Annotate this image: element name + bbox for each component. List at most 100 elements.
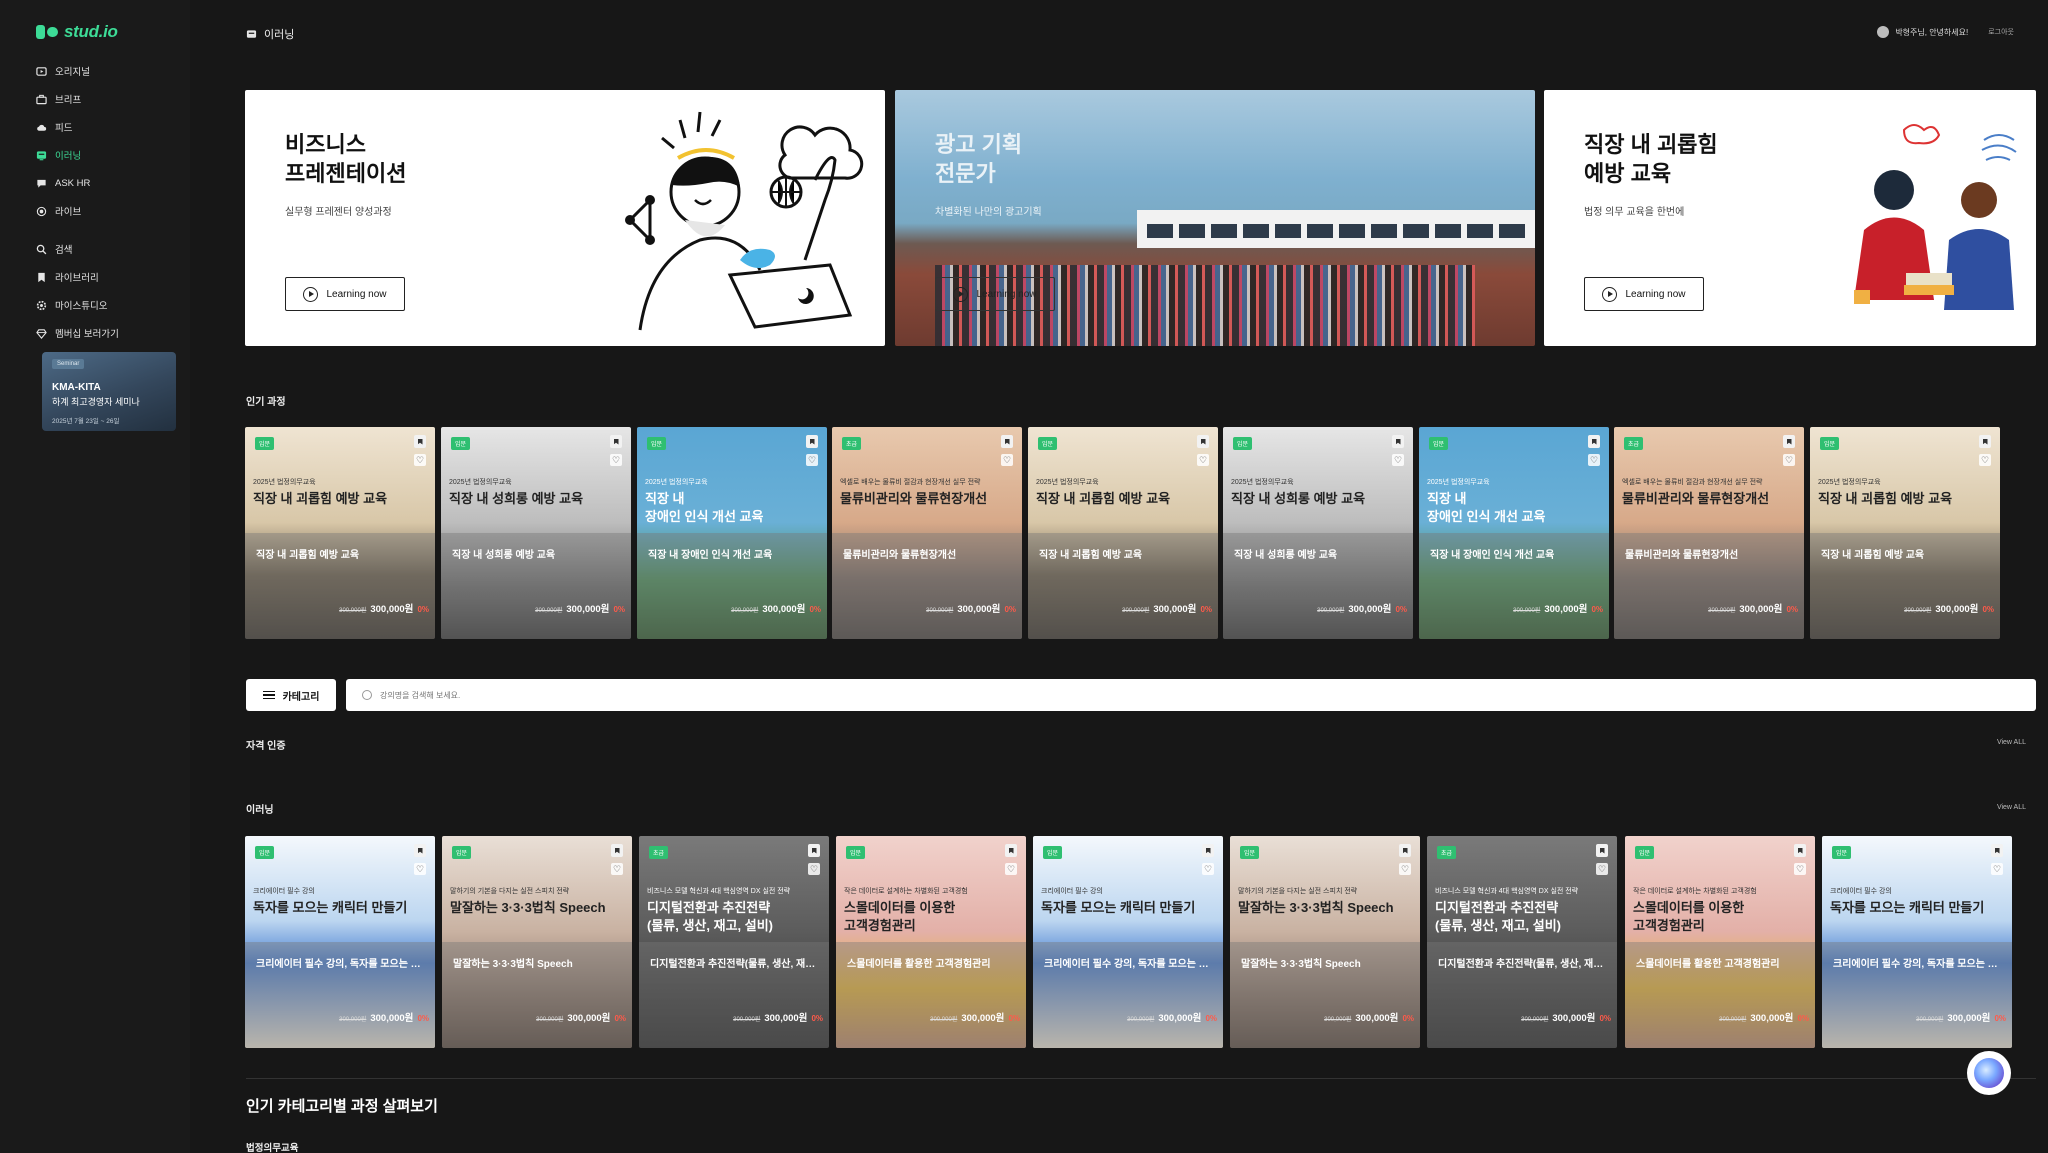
bookmark-icon[interactable] xyxy=(1005,844,1017,857)
sale-price: 300,000원 xyxy=(566,604,610,615)
course-card[interactable]: 입문 ♡ 2025년 법정의무교육 직장 내 장애인 인식 개선 교육 직장 내 장애인… xyxy=(637,427,827,639)
heart-icon[interactable]: ♡ xyxy=(1588,454,1600,466)
bookmark-icon[interactable] xyxy=(1392,435,1404,448)
view-all-elearning-link[interactable]: View ALL xyxy=(1997,804,2026,811)
user-greeting: 박형주님, 안녕하세요! xyxy=(1895,27,1969,37)
bookmark-icon[interactable] xyxy=(1197,435,1209,448)
course-card[interactable]: 초급 ♡ 비즈니스 모델 혁신과 4대 핵심영역 DX 실전 전략 디지털전환과 추진… xyxy=(1427,836,1617,1048)
bookmark-icon[interactable] xyxy=(1596,844,1608,857)
heart-icon[interactable]: ♡ xyxy=(1392,454,1404,466)
sidebar-item-library[interactable]: 라이브러리 xyxy=(36,263,186,291)
logout-link[interactable]: 로그아웃 xyxy=(1988,27,2014,37)
course-card[interactable]: 입문 ♡ 2025년 법정의무교육 직장 내 괴롭힘 예방 교육 직장 내 괴롭힘 예방… xyxy=(1028,427,1218,639)
heart-icon[interactable]: ♡ xyxy=(1399,863,1411,875)
bookmark-icon[interactable] xyxy=(1979,435,1991,448)
sidebar-item-elearning[interactable]: 이러닝 xyxy=(36,141,186,169)
search-icon xyxy=(362,690,372,700)
bookmark-icon[interactable] xyxy=(1991,844,2003,857)
price-group: 300,000원 300,000원 0% xyxy=(1317,601,1407,615)
course-card[interactable]: 입문 ♡ 크리에이터 필수 강의 독자를 모으는 캐릭터 만들기 크리에이터 필수 강의… xyxy=(1033,836,1223,1048)
heart-icon[interactable]: ♡ xyxy=(1202,863,1214,875)
bookmark-icon[interactable] xyxy=(414,435,426,448)
bookmark-icon[interactable] xyxy=(1783,435,1795,448)
heart-icon[interactable]: ♡ xyxy=(414,454,426,466)
bookmark-icon[interactable] xyxy=(1399,844,1411,857)
ai-assistant-button[interactable] xyxy=(1967,1051,2011,1095)
course-card[interactable]: 입문 ♡ 말하기의 기본을 다지는 실전 스피치 전략 말잘하는 3·3·3법칙 Sp… xyxy=(1230,836,1420,1048)
course-eyebrow: 2025년 법정의무교육 xyxy=(1231,479,1294,486)
course-card[interactable]: 초급 ♡ 엑셀로 배우는 물류비 절감과 현장개선 실무 전략 물류비관리와 물류현장… xyxy=(1614,427,1804,639)
heart-icon[interactable]: ♡ xyxy=(806,454,818,466)
seminar-promo-banner[interactable]: Seminar KMA-KITA 하계 최고경영자 세미나 2025년 7월 2… xyxy=(42,352,176,431)
bookmark-icon[interactable] xyxy=(806,435,818,448)
heart-icon[interactable]: ♡ xyxy=(1979,454,1991,466)
course-title: 직장 내 장애인 인식 개선 교육 xyxy=(645,491,764,524)
hero-banner-harassment[interactable]: 직장 내 괴롭힘 예방 교육 법정 의무 교육을 한번에 Learning no… xyxy=(1544,90,2036,346)
bookmark-icon[interactable] xyxy=(414,844,426,857)
search-input[interactable] xyxy=(380,690,980,700)
course-card[interactable]: 초급 ♡ 엑셀로 배우는 물류비 절감과 현장개선 실무 전략 물류비관리와 물류현장… xyxy=(832,427,1022,639)
bookmark-icon[interactable] xyxy=(1588,435,1600,448)
sidebar-item-label: 이러닝 xyxy=(55,151,82,162)
heart-icon[interactable]: ♡ xyxy=(1005,863,1017,875)
bookmark-icon[interactable] xyxy=(1202,844,1214,857)
logo[interactable]: stud.io xyxy=(36,22,118,42)
sidebar-item-original[interactable]: 오리지널 xyxy=(36,57,186,85)
bookmark-icon[interactable] xyxy=(808,844,820,857)
view-all-certification-link[interactable]: View ALL xyxy=(1997,739,2026,746)
heart-icon[interactable]: ♡ xyxy=(1991,863,2003,875)
sidebar-item-feed[interactable]: 피드 xyxy=(36,113,186,141)
bookmark-icon[interactable] xyxy=(610,435,622,448)
sidebar-item-my-studio[interactable]: 마이스튜디오 xyxy=(36,291,186,319)
gear-icon xyxy=(36,300,47,311)
avatar[interactable] xyxy=(1877,26,1890,38)
sidebar-item-search[interactable]: 검색 xyxy=(36,235,186,263)
heart-icon[interactable]: ♡ xyxy=(1001,454,1013,466)
sidebar-item-brief[interactable]: 브리프 xyxy=(36,85,186,113)
course-card[interactable]: 입문 ♡ 작은 데이터로 설계하는 차별화된 고객경험 스몰데이터를 이용한 고객경험… xyxy=(836,836,1026,1048)
sidebar-item-label: 라이브 xyxy=(55,207,82,218)
course-card[interactable]: 초급 ♡ 비즈니스 모델 혁신과 4대 핵심영역 DX 실전 전략 디지털전환과 추진… xyxy=(639,836,829,1048)
price-group: 300,000원 300,000원 0% xyxy=(1513,601,1603,615)
search-bar xyxy=(346,679,2036,711)
course-card[interactable]: 입문 ♡ 2025년 법정의무교육 직장 내 장애인 인식 개선 교육 직장 내 장애인… xyxy=(1419,427,1609,639)
heart-icon[interactable]: ♡ xyxy=(414,863,426,875)
bookmark-icon[interactable] xyxy=(1794,844,1806,857)
course-card[interactable]: 입문 ♡ 크리에이터 필수 강의 독자를 모으는 캐릭터 만들기 크리에이터 필수 강의… xyxy=(1822,836,2012,1048)
sidebar-item-membership[interactable]: 멤버십 보러가기 xyxy=(36,319,186,347)
price-group: 300,000원 300,000원 0% xyxy=(339,601,429,615)
course-card[interactable]: 입문 ♡ 2025년 법정의무교육 직장 내 괴롭힘 예방 교육 직장 내 괴롭힘 예방… xyxy=(1810,427,2000,639)
course-card[interactable]: 입문 ♡ 2025년 법정의무교육 직장 내 성희롱 예방 교육 직장 내 성희롱 예방… xyxy=(1223,427,1413,639)
course-card[interactable]: 입문 ♡ 작은 데이터로 설계하는 차별화된 고객경험 스몰데이터를 이용한 고객경험… xyxy=(1625,836,1815,1048)
category-button[interactable]: 카테고리 xyxy=(246,679,336,711)
sidebar-item-ask-hr[interactable]: ASK HR xyxy=(36,169,186,197)
course-card[interactable]: 입문 ♡ 2025년 법정의무교육 직장 내 성희롱 예방 교육 직장 내 성희롱 예방… xyxy=(441,427,631,639)
heart-icon[interactable]: ♡ xyxy=(1596,863,1608,875)
course-title: 물류비관리와 물류현장개선 xyxy=(840,491,988,506)
bookmark-icon[interactable] xyxy=(1001,435,1013,448)
ai-orb-icon xyxy=(1974,1058,2004,1088)
hero-subtitle: 법정 의무 교육을 한번에 xyxy=(1584,207,1685,218)
page-title: 이러닝 xyxy=(246,26,294,42)
heart-icon[interactable]: ♡ xyxy=(808,863,820,875)
sidebar-item-live[interactable]: 라이브 xyxy=(36,197,186,225)
hero-subtitle: 차별화된 나만의 광고기획 xyxy=(935,207,1042,218)
course-card[interactable]: 입문 ♡ 크리에이터 필수 강의 독자를 모으는 캐릭터 만들기 크리에이터 필수 강의… xyxy=(245,836,435,1048)
learning-now-button[interactable]: Learning now xyxy=(285,277,405,311)
course-card[interactable]: 입문 ♡ 말하기의 기본을 다지는 실전 스피치 전략 말잘하는 3·3·3법칙 Sp… xyxy=(442,836,632,1048)
course-title: 직장 내 장애인 인식 개선 교육 xyxy=(1427,491,1546,524)
discount-rate: 0% xyxy=(1994,1014,2006,1023)
hero-banner-ad-planning[interactable]: 광고 기획 전문가 차별화된 나만의 광고기획 Learning now xyxy=(895,90,1535,346)
heart-icon[interactable]: ♡ xyxy=(1197,454,1209,466)
heart-icon[interactable]: ♡ xyxy=(1783,454,1795,466)
hero-banner-presentation[interactable]: 비즈니스 프레젠테이션 실무형 프레젠터 양성과정 Learning now xyxy=(245,90,885,346)
discount-rate: 0% xyxy=(614,1014,626,1023)
heart-icon[interactable]: ♡ xyxy=(610,454,622,466)
bookmark-icon[interactable] xyxy=(611,844,623,857)
heart-icon[interactable]: ♡ xyxy=(611,863,623,875)
level-badge: 초급 xyxy=(1437,846,1457,859)
learning-now-button[interactable]: Learning now xyxy=(1584,277,1704,311)
course-card[interactable]: 입문 ♡ 2025년 법정의무교육 직장 내 괴롭힘 예방 교육 직장 내 괴롭힘 예방… xyxy=(245,427,435,639)
heart-icon[interactable]: ♡ xyxy=(1794,863,1806,875)
learning-now-button[interactable]: Learning now xyxy=(935,277,1055,311)
